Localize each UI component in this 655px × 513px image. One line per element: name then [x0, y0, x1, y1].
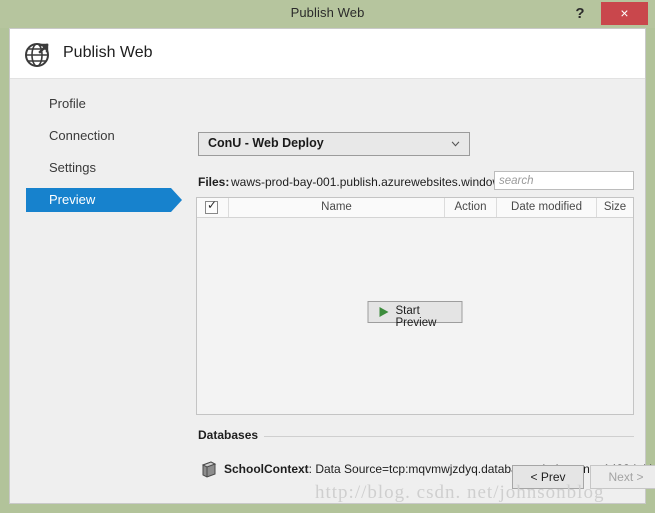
play-icon: [379, 307, 389, 317]
files-label: Files:: [198, 175, 230, 189]
databases-title: Databases: [198, 428, 259, 442]
checkmark-icon: ✓: [207, 198, 218, 212]
sidebar-item-preview[interactable]: Preview: [26, 188, 182, 212]
prev-button[interactable]: < Prev: [512, 465, 584, 489]
dialog-body: Publish Web Profile Connection Settings …: [9, 28, 655, 504]
file-list-header-row: ✓ Name Action Date modified Size: [197, 198, 633, 218]
select-all-checkbox[interactable]: ✓: [205, 198, 218, 214]
files-path-value: waws-prod-bay-001.publish.azurewebsites.…: [231, 175, 528, 189]
select-all-column[interactable]: ✓: [197, 198, 229, 217]
next-button: Next >: [590, 465, 655, 489]
dialog-header: Publish Web: [10, 29, 645, 79]
column-header-action[interactable]: Action: [445, 198, 497, 217]
publish-web-dialog-window: Publish Web ? × Publish Web Profile Conn…: [0, 0, 655, 513]
column-header-date-modified[interactable]: Date modified: [497, 198, 597, 217]
start-preview-label: Start Preview: [395, 305, 437, 329]
section-divider: [264, 436, 634, 437]
globe-publish-icon: [25, 43, 49, 67]
close-icon: ×: [620, 5, 629, 21]
help-icon[interactable]: ?: [567, 2, 593, 26]
search-input[interactable]: [494, 171, 634, 190]
column-header-size[interactable]: Size: [597, 198, 633, 217]
sidebar-item-settings[interactable]: Settings: [26, 156, 171, 180]
publish-profile-value: ConU - Web Deploy: [208, 136, 324, 150]
sidebar: Profile Connection Settings Preview: [10, 80, 188, 504]
dialog-footer: < Prev Next > Publish Close: [188, 454, 655, 504]
sidebar-item-profile[interactable]: Profile: [26, 92, 171, 116]
main-content: ConU - Web Deploy Files: waws-prod-bay-0…: [188, 80, 655, 504]
file-list-panel: ✓ Name Action Date modified Size Start P…: [196, 197, 634, 415]
chevron-down-icon: [451, 141, 460, 147]
sidebar-item-connection[interactable]: Connection: [26, 124, 171, 148]
page-title: Publish Web: [63, 44, 153, 61]
start-preview-button[interactable]: Start Preview: [367, 301, 463, 329]
window-title: Publish Web: [290, 5, 365, 20]
title-bar: Publish Web ? ×: [0, 0, 655, 28]
column-header-name[interactable]: Name: [229, 198, 445, 217]
publish-profile-dropdown[interactable]: ConU - Web Deploy: [198, 132, 470, 156]
window-close-button[interactable]: ×: [601, 2, 648, 25]
